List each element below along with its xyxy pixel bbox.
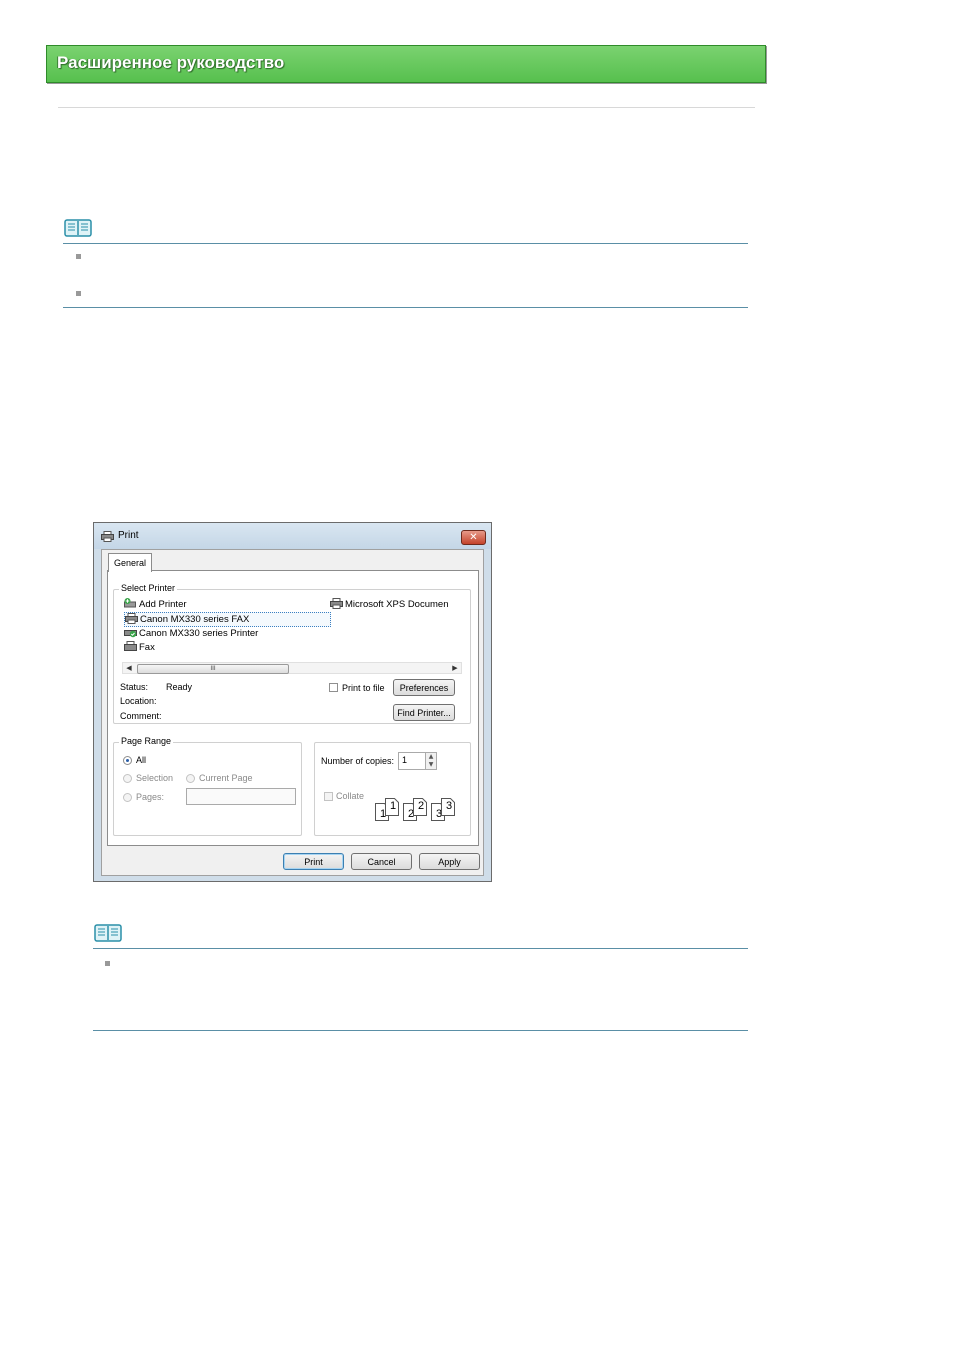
pages-radio[interactable] [123, 793, 132, 802]
page-header-banner: Расширенное руководство [46, 45, 766, 83]
print-dialog: Print ✕ General Select Printer Add Print… [93, 522, 492, 882]
pages-label: Pages: [136, 792, 165, 802]
note-rule-bottom [93, 1030, 748, 1031]
page-title: Расширенное руководство [57, 53, 285, 72]
printer-list-scrollbar[interactable]: ◀ III ▶ [122, 662, 462, 674]
collate-label: Collate [336, 791, 365, 801]
printer-item-canon-fax[interactable]: Canon MX330 series FAX [124, 612, 331, 627]
collate-checkbox[interactable] [324, 792, 333, 801]
status-label: Status: [120, 682, 149, 692]
comment-label: Comment: [120, 711, 162, 721]
print-to-file-checkbox[interactable] [329, 683, 338, 692]
selection-label: Selection [136, 773, 174, 783]
collate-illustration: 1 1 2 2 3 3 [375, 795, 465, 823]
print-to-file-label: Print to file [342, 683, 385, 693]
location-label: Location: [120, 696, 157, 706]
bullet-marker [76, 291, 81, 296]
general-tab-panel: Select Printer Add Printer Canon MX330 s… [107, 570, 479, 846]
page-number: 3 [446, 800, 453, 812]
spin-down-icon[interactable]: ▼ [426, 761, 436, 769]
select-printer-label: Select Printer [119, 583, 178, 593]
note-rule-top [93, 948, 748, 949]
copies-group: Number of copies: 1 ▲ ▼ Collate 1 1 2 2 … [314, 742, 471, 836]
printer-name: Canon MX330 series Printer [139, 628, 259, 639]
note-block-1 [63, 218, 748, 310]
fax-icon [124, 641, 137, 651]
printer-name: Canon MX330 series FAX [140, 614, 250, 625]
spin-up-icon[interactable]: ▲ [426, 753, 436, 761]
page-number: 2 [418, 800, 425, 812]
dialog-body: General Select Printer Add Printer Canon… [101, 549, 484, 876]
printer-name: Microsoft XPS Documen [345, 599, 449, 610]
scroll-right-arrow-icon[interactable]: ▶ [450, 663, 460, 673]
header-divider [58, 107, 755, 108]
add-printer-icon [124, 598, 136, 608]
xps-printer-icon [330, 598, 343, 609]
printer-icon [101, 531, 114, 542]
apply-button[interactable]: Apply [419, 853, 480, 870]
note-rule-bottom [63, 307, 748, 308]
bullet-marker [105, 961, 110, 966]
select-printer-group: Select Printer Add Printer Canon MX330 s… [113, 583, 471, 724]
note-rule-top [63, 243, 748, 244]
current-page-radio[interactable] [186, 774, 195, 783]
fax-printer-icon [125, 613, 138, 624]
bullet-marker [76, 254, 81, 259]
note-block-2 [93, 923, 748, 1033]
tab-general[interactable]: General [108, 553, 152, 572]
note-book-icon [94, 924, 122, 942]
note-book-icon [64, 219, 92, 237]
dialog-title: Print [118, 530, 139, 541]
dialog-titlebar[interactable]: Print ✕ [94, 523, 491, 549]
printer-item-fax[interactable]: Fax [124, 641, 155, 654]
preferences-button[interactable]: Preferences [393, 679, 455, 696]
find-printer-button[interactable]: Find Printer... [393, 704, 455, 721]
close-button[interactable]: ✕ [461, 530, 486, 545]
all-pages-radio[interactable] [123, 756, 132, 765]
printer-item-xps[interactable]: Microsoft XPS Documen [330, 598, 448, 611]
copies-spinner[interactable]: ▲ ▼ [425, 752, 437, 770]
copies-input[interactable]: 1 [398, 752, 426, 770]
copies-label: Number of copies: [321, 756, 395, 766]
scroll-left-arrow-icon[interactable]: ◀ [124, 663, 134, 673]
status-value: Ready [166, 682, 193, 692]
pages-input[interactable] [186, 788, 296, 805]
printer-item-canon-printer[interactable]: Canon MX330 series Printer [124, 627, 258, 640]
print-button[interactable]: Print [283, 853, 344, 870]
printer-name: Add Printer [139, 599, 187, 610]
current-page-label: Current Page [199, 773, 253, 783]
default-printer-icon [124, 630, 137, 638]
page-number: 1 [390, 800, 397, 812]
printer-name: Fax [139, 642, 155, 653]
scrollbar-thumb[interactable]: III [137, 664, 289, 674]
page-range-label: Page Range [119, 736, 174, 746]
cancel-button[interactable]: Cancel [351, 853, 412, 870]
selection-radio[interactable] [123, 774, 132, 783]
all-pages-label: All [136, 755, 147, 765]
page-range-group: Page Range All Selection Current Page Pa… [113, 736, 302, 836]
printer-item-add-printer[interactable]: Add Printer [124, 598, 187, 611]
